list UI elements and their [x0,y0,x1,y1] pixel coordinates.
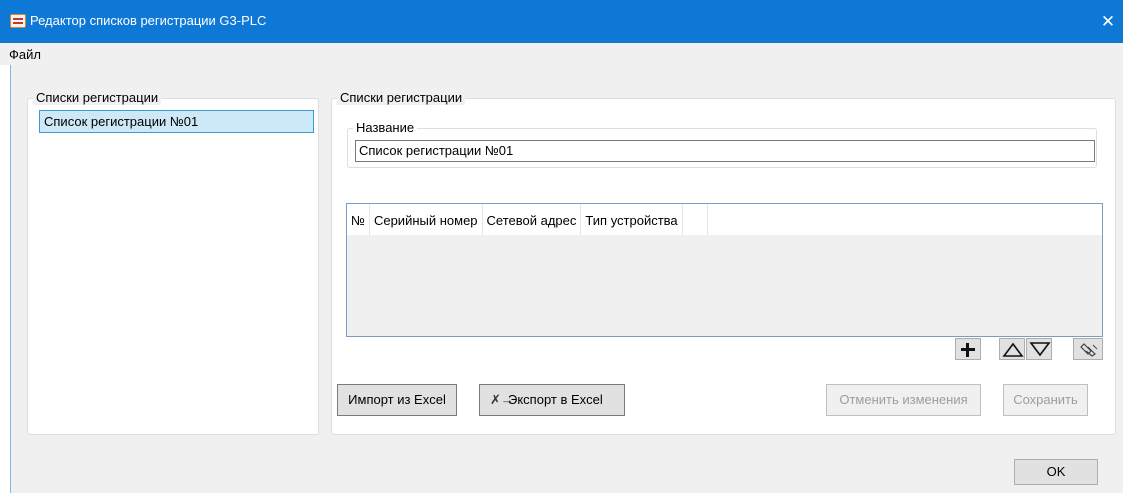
registration-lists-title: Списки регистрации [33,90,162,105]
column-network-address[interactable]: Сетевой адрес [483,204,582,235]
export-excel-label: Экспорт в Excel [508,392,603,407]
table-header: № Серийный номер Сетевой адрес Тип устро… [347,204,1102,235]
move-up-button[interactable] [999,338,1025,360]
menu-bar: Файл [0,43,1123,65]
column-device-type[interactable]: Тип устройства [581,204,683,235]
window-title: Редактор списков регистрации G3-PLC [30,13,267,28]
triangle-down-icon [1029,342,1051,357]
title-bar: Редактор списков регистрации G3-PLC ✕ [0,0,1123,43]
client-area: Списки регистрации Список регистрации №0… [10,65,1123,493]
column-number[interactable]: № [347,204,370,235]
list-editor-title: Списки регистрации [337,90,466,105]
triangle-up-icon [1002,342,1024,357]
name-label: Название [353,120,418,135]
close-button[interactable]: ✕ [1093,0,1123,43]
name-group: Название Список регистрации №01 [347,120,1097,168]
clear-button[interactable] [1073,338,1103,360]
excel-export-icon: ✗→ [490,392,514,407]
list-editor-icon [10,14,26,28]
import-excel-button[interactable]: Импорт из Excel [337,384,457,416]
devices-table[interactable]: № Серийный номер Сетевой адрес Тип устро… [346,203,1103,337]
registration-lists-group: Списки регистрации Список регистрации №0… [27,90,319,435]
menu-file[interactable]: Файл [9,47,41,62]
column-filler [683,204,708,235]
eraser-icon [1080,343,1098,357]
add-row-button[interactable] [955,338,981,360]
column-serial-number[interactable]: Серийный номер [370,204,483,235]
save-button[interactable]: Сохранить [1003,384,1088,416]
ok-button[interactable]: OK [1014,459,1098,485]
move-down-button[interactable] [1026,338,1052,360]
export-excel-button[interactable]: ✗→Экспорт в Excel [479,384,625,416]
list-item[interactable]: Список регистрации №01 [39,110,314,133]
list-editor-group: Списки регистрации Название Список регис… [331,90,1116,435]
name-input[interactable]: Список регистрации №01 [355,140,1095,162]
cancel-changes-button[interactable]: Отменить изменения [826,384,981,416]
